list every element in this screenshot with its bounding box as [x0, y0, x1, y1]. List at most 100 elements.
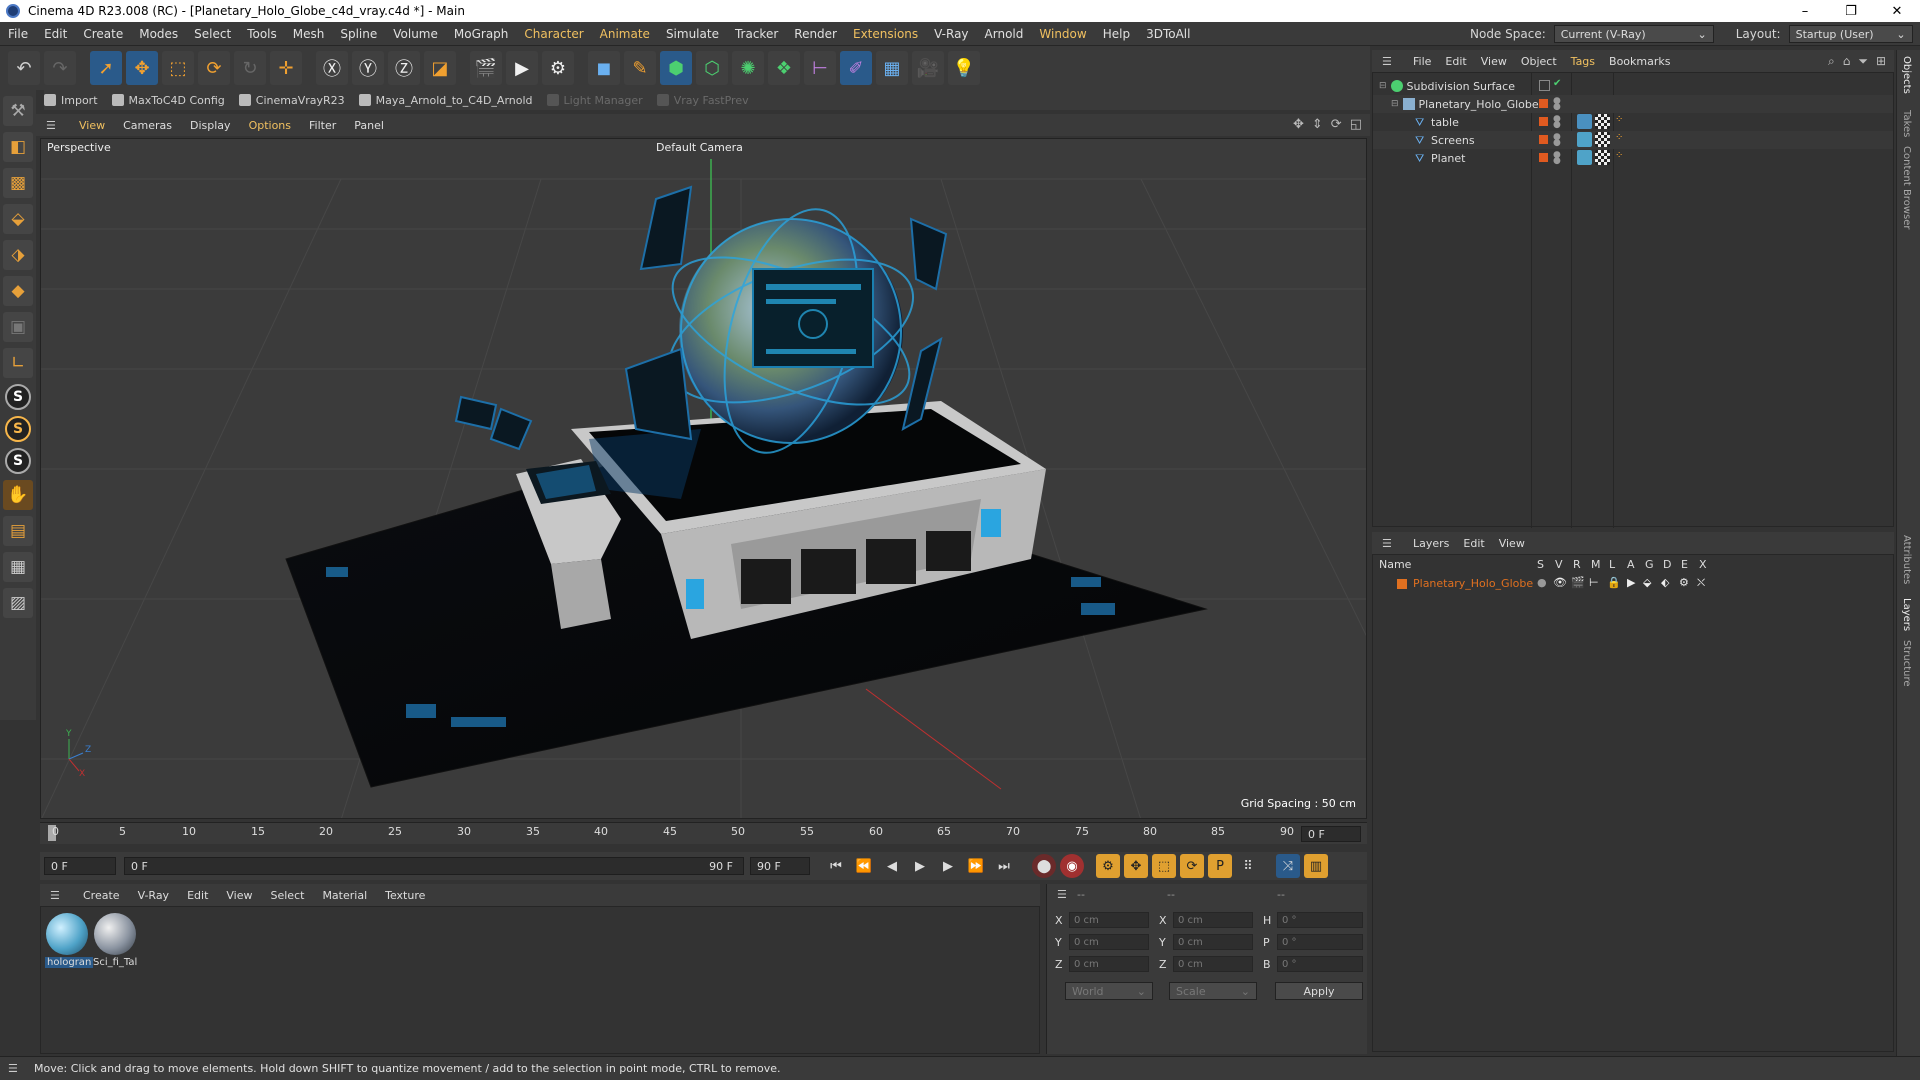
go-to-start-button[interactable]: ⏮	[824, 854, 848, 878]
layer-column-manager[interactable]: M	[1591, 558, 1601, 571]
layer-column-render[interactable]: R	[1573, 558, 1581, 571]
layer-column-expressions[interactable]: E	[1681, 558, 1688, 571]
y-axis-button[interactable]: Ⓨ	[352, 51, 384, 85]
menu-tracker[interactable]: Tracker	[727, 27, 786, 41]
floor-button[interactable]: ▦	[876, 51, 908, 85]
menu-spline[interactable]: Spline	[332, 27, 385, 41]
selection-tag-icon[interactable]: ⁘	[1615, 150, 1623, 161]
next-frame-button[interactable]: ▶	[936, 854, 960, 878]
viewport-3d[interactable]: Perspective Default Camera Grid Spacing …	[40, 138, 1367, 819]
viewport-menu-display[interactable]: Display	[181, 119, 240, 132]
expression-icon[interactable]: ⚙	[1679, 576, 1689, 589]
search-icon[interactable]: ⌕	[1828, 54, 1835, 69]
manager-tree-icon[interactable]: ⊢	[1589, 576, 1599, 589]
key-parameter-button[interactable]: P	[1208, 854, 1232, 878]
material-menu-vray[interactable]: V-Ray	[129, 889, 179, 902]
render-view-button[interactable]: 🎬	[470, 51, 502, 85]
layer-column-solo[interactable]: S	[1537, 558, 1544, 571]
node-space-dropdown[interactable]: Current (V-Ray) ⌄	[1553, 25, 1714, 43]
selection-tag-icon[interactable]: ⁘	[1615, 132, 1623, 143]
dope-sheet-button[interactable]: ▥	[1304, 854, 1328, 878]
menu-render[interactable]: Render	[786, 27, 845, 41]
visibility-dots-icon[interactable]: ● ●	[1553, 133, 1561, 148]
object-menu-edit[interactable]: Edit	[1438, 55, 1473, 68]
layer-color-swatch[interactable]	[1539, 117, 1548, 126]
menu-extensions[interactable]: Extensions	[845, 27, 926, 41]
current-frame-field[interactable]: 0 F	[1301, 826, 1361, 842]
filter-icon[interactable]: ⏷	[1858, 54, 1868, 69]
layer-row[interactable]: Planetary_Holo_Globe ● 👁 🎬 ⊢ 🔒 ▶ ⬙ ⬖ ⚙ ⛌	[1373, 575, 1893, 593]
texture-mode-button[interactable]: ▩	[3, 168, 33, 198]
menu-simulate[interactable]: Simulate	[658, 27, 727, 41]
maximize-view-icon[interactable]: ◱	[1350, 117, 1362, 132]
tab-structure[interactable]: Structure	[1901, 640, 1912, 687]
keyframe-selection-button[interactable]: ⚙	[1096, 854, 1120, 878]
material-menu-material[interactable]: Material	[313, 889, 376, 902]
plugin-maxtoc4d[interactable]: MaxToC4D Config	[111, 94, 225, 107]
tweak-mode-button[interactable]: ✋	[3, 480, 33, 510]
home-icon[interactable]: ⌂	[1843, 54, 1851, 69]
move-tool-button[interactable]: ✥	[126, 51, 158, 85]
object-menu-file[interactable]: File	[1406, 55, 1438, 68]
locked-workplane-button[interactable]: ▨	[3, 588, 33, 618]
deformer-button[interactable]: ⊢	[804, 51, 836, 85]
timeline-ruler[interactable]: 0 5 10 15 20 25 30 35 40 45 50 55 60 65 …	[40, 822, 1367, 844]
uv-mode-button[interactable]: ▣	[3, 312, 33, 342]
mograph-button[interactable]: ❖	[768, 51, 800, 85]
viewport-camera-label[interactable]: Default Camera	[656, 141, 743, 154]
menu-window[interactable]: Window	[1031, 27, 1094, 41]
menu-animate[interactable]: Animate	[592, 27, 658, 41]
material-swatch[interactable]: hologran	[45, 913, 94, 968]
undo-button[interactable]: ↶	[8, 51, 40, 85]
material-menu-edit[interactable]: Edit	[178, 889, 217, 902]
plugin-vray-fastprev[interactable]: Vray FastPrev	[656, 94, 749, 107]
pen-spline-button[interactable]: ✎	[624, 51, 656, 85]
render-picture-viewer-button[interactable]: ▶	[506, 51, 538, 85]
previous-frame-button[interactable]: ◀	[880, 854, 904, 878]
material-menu-select[interactable]: Select	[262, 889, 314, 902]
key-position-button[interactable]: ✥	[1124, 854, 1148, 878]
position-x-field[interactable]: 0 cm	[1069, 912, 1149, 928]
viewport-menu-filter[interactable]: Filter	[300, 119, 345, 132]
end-frame-field[interactable]: 90 F	[750, 857, 810, 875]
object-menu-tags[interactable]: Tags	[1564, 55, 1602, 68]
solo-dot-icon[interactable]: ●	[1537, 576, 1547, 589]
material-swatch[interactable]: Sci_fi_Tal	[93, 913, 137, 968]
recent-tool-button[interactable]: ↻	[234, 51, 266, 85]
cube-object-button[interactable]: ◼	[588, 51, 620, 85]
layer-column-animation[interactable]: A	[1627, 558, 1635, 571]
uvw-tag-icon[interactable]	[1595, 114, 1610, 129]
key-scale-button[interactable]: ⬚	[1152, 854, 1176, 878]
tab-layers[interactable]: Layers	[1901, 598, 1912, 631]
object-row[interactable]: ⛛ Planet ● ● ⁘	[1373, 149, 1893, 167]
cloner-button[interactable]: ✺	[732, 51, 764, 85]
menu-arnold[interactable]: Arnold	[977, 27, 1032, 41]
play-button[interactable]: ▶	[908, 854, 932, 878]
object-row[interactable]: ⛛ table ● ● ⁘	[1373, 113, 1893, 131]
size-mode-dropdown[interactable]: Scale ⌄	[1169, 982, 1257, 1000]
position-z-field[interactable]: 0 cm	[1069, 956, 1149, 972]
layer-menu-view[interactable]: View	[1492, 537, 1532, 550]
camera-button[interactable]: 🎥	[912, 51, 944, 85]
hamburger-icon[interactable]: ☰	[8, 1062, 22, 1075]
record-active-button[interactable]: ⬤	[1032, 854, 1056, 878]
layer-color-swatch[interactable]	[1539, 153, 1548, 162]
timeline-mode-button[interactable]: ⤨	[1276, 854, 1300, 878]
rotate-tool-button[interactable]: ⟳	[198, 51, 230, 85]
apply-button[interactable]: Apply	[1275, 982, 1363, 1000]
layer-color-swatch[interactable]	[1397, 579, 1407, 589]
snap-workplane-button[interactable]: S	[5, 448, 31, 474]
go-to-end-button[interactable]: ⏭	[992, 854, 1016, 878]
render-clapper-icon[interactable]: 🎬	[1571, 576, 1585, 589]
axis-mode-button[interactable]: ∟	[3, 348, 33, 378]
uvw-tag-icon[interactable]	[1595, 150, 1610, 165]
material-menu-create[interactable]: Create	[74, 889, 129, 902]
snap-settings-button[interactable]: S	[5, 416, 31, 442]
start-frame-field[interactable]: 0 F	[44, 857, 116, 875]
object-enabled-checkbox[interactable]	[1539, 80, 1550, 91]
edge-mode-button[interactable]: ⬗	[3, 240, 33, 270]
layer-column-generators[interactable]: G	[1645, 558, 1654, 571]
deformer-icon[interactable]: ⬖	[1661, 576, 1669, 589]
viewport-menu-view[interactable]: View	[70, 119, 114, 132]
layout-dropdown[interactable]: Startup (User) ⌄	[1788, 25, 1913, 43]
